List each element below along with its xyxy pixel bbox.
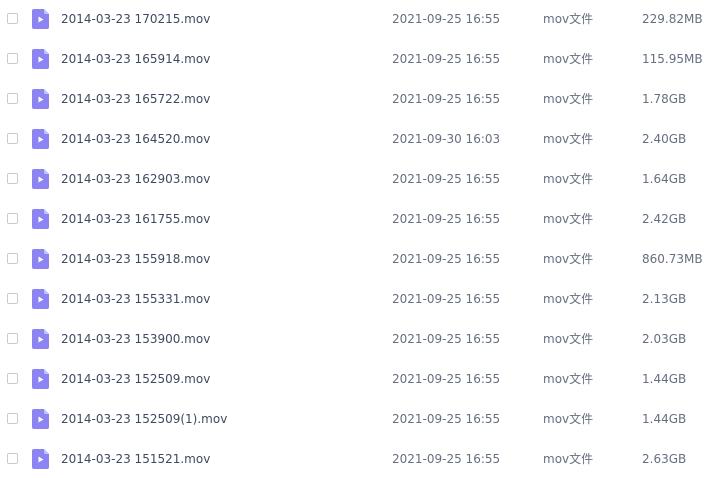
- file-type: mov文件: [543, 12, 594, 26]
- file-name[interactable]: 2014-03-23 151521.mov: [61, 451, 210, 467]
- file-size: 229.82MB: [642, 12, 703, 26]
- video-file-icon: [32, 169, 49, 189]
- video-file-icon: [32, 249, 49, 269]
- file-type: mov文件: [543, 92, 594, 106]
- file-row[interactable]: 2014-03-23 151521.mov 2021-09-25 16:55 m…: [0, 440, 717, 478]
- file-size: 115.95MB: [642, 52, 703, 66]
- file-modified-date: 2021-09-25 16:55: [392, 332, 501, 346]
- file-modified-date: 2021-09-30 16:03: [392, 132, 501, 146]
- file-size: 1.64GB: [642, 172, 687, 186]
- file-type: mov文件: [543, 52, 594, 66]
- file-name[interactable]: 2014-03-23 165914.mov: [61, 51, 210, 67]
- file-name[interactable]: 2014-03-23 155918.mov: [61, 251, 210, 267]
- file-type: mov文件: [543, 332, 594, 346]
- video-file-icon: [32, 209, 49, 229]
- file-row[interactable]: 2014-03-23 155918.mov 2021-09-25 16:55 m…: [0, 240, 717, 280]
- file-row[interactable]: 2014-03-23 152509(1).mov 2021-09-25 16:5…: [0, 400, 717, 440]
- row-checkbox[interactable]: [7, 333, 18, 344]
- video-file-icon: [32, 449, 49, 469]
- file-type: mov文件: [543, 172, 594, 186]
- file-list: 2014-03-23 170215.mov 2021-09-25 16:55 m…: [0, 0, 717, 478]
- file-name[interactable]: 2014-03-23 155331.mov: [61, 291, 210, 307]
- file-size: 2.03GB: [642, 332, 687, 346]
- file-row[interactable]: 2014-03-23 164520.mov 2021-09-30 16:03 m…: [0, 120, 717, 160]
- file-name[interactable]: 2014-03-23 162903.mov: [61, 171, 210, 187]
- file-type: mov文件: [543, 132, 594, 146]
- row-checkbox[interactable]: [7, 293, 18, 304]
- video-file-icon: [32, 369, 49, 389]
- video-file-icon: [32, 89, 49, 109]
- file-row[interactable]: 2014-03-23 162903.mov 2021-09-25 16:55 m…: [0, 160, 717, 200]
- file-type: mov文件: [543, 372, 594, 386]
- file-row[interactable]: 2014-03-23 165722.mov 2021-09-25 16:55 m…: [0, 80, 717, 120]
- file-size: 860.73MB: [642, 252, 703, 266]
- file-type: mov文件: [543, 412, 594, 426]
- file-row[interactable]: 2014-03-23 170215.mov 2021-09-25 16:55 m…: [0, 0, 717, 40]
- file-name[interactable]: 2014-03-23 153900.mov: [61, 331, 210, 347]
- row-checkbox[interactable]: [7, 173, 18, 184]
- row-checkbox[interactable]: [7, 453, 18, 464]
- file-name[interactable]: 2014-03-23 152509(1).mov: [61, 411, 227, 427]
- file-row[interactable]: 2014-03-23 153900.mov 2021-09-25 16:55 m…: [0, 320, 717, 360]
- row-checkbox[interactable]: [7, 53, 18, 64]
- video-file-icon: [32, 289, 49, 309]
- file-modified-date: 2021-09-25 16:55: [392, 252, 501, 266]
- file-row[interactable]: 2014-03-23 165914.mov 2021-09-25 16:55 m…: [0, 40, 717, 80]
- file-modified-date: 2021-09-25 16:55: [392, 212, 501, 226]
- file-row[interactable]: 2014-03-23 161755.mov 2021-09-25 16:55 m…: [0, 200, 717, 240]
- row-checkbox[interactable]: [7, 133, 18, 144]
- file-name[interactable]: 2014-03-23 152509.mov: [61, 371, 210, 387]
- file-size: 2.42GB: [642, 212, 687, 226]
- file-modified-date: 2021-09-25 16:55: [392, 292, 501, 306]
- file-name[interactable]: 2014-03-23 170215.mov: [61, 11, 210, 27]
- row-checkbox[interactable]: [7, 93, 18, 104]
- file-size: 1.44GB: [642, 372, 687, 386]
- row-checkbox[interactable]: [7, 253, 18, 264]
- video-file-icon: [32, 9, 49, 29]
- row-checkbox[interactable]: [7, 373, 18, 384]
- file-name[interactable]: 2014-03-23 161755.mov: [61, 211, 210, 227]
- video-file-icon: [32, 329, 49, 349]
- file-modified-date: 2021-09-25 16:55: [392, 172, 501, 186]
- file-size: 1.44GB: [642, 412, 687, 426]
- file-modified-date: 2021-09-25 16:55: [392, 452, 501, 466]
- file-name[interactable]: 2014-03-23 165722.mov: [61, 91, 210, 107]
- file-modified-date: 2021-09-25 16:55: [392, 92, 501, 106]
- file-modified-date: 2021-09-25 16:55: [392, 52, 501, 66]
- file-type: mov文件: [543, 292, 594, 306]
- file-modified-date: 2021-09-25 16:55: [392, 12, 501, 26]
- video-file-icon: [32, 409, 49, 429]
- file-name[interactable]: 2014-03-23 164520.mov: [61, 131, 210, 147]
- file-modified-date: 2021-09-25 16:55: [392, 372, 501, 386]
- row-checkbox[interactable]: [7, 413, 18, 424]
- file-row[interactable]: 2014-03-23 152509.mov 2021-09-25 16:55 m…: [0, 360, 717, 400]
- file-size: 2.40GB: [642, 132, 687, 146]
- file-size: 1.78GB: [642, 92, 687, 106]
- file-type: mov文件: [543, 252, 594, 266]
- file-type: mov文件: [543, 212, 594, 226]
- file-size: 2.13GB: [642, 292, 687, 306]
- file-type: mov文件: [543, 452, 594, 466]
- file-row[interactable]: 2014-03-23 155331.mov 2021-09-25 16:55 m…: [0, 280, 717, 320]
- row-checkbox[interactable]: [7, 213, 18, 224]
- video-file-icon: [32, 49, 49, 69]
- file-size: 2.63GB: [642, 452, 687, 466]
- file-modified-date: 2021-09-25 16:55: [392, 412, 501, 426]
- row-checkbox[interactable]: [7, 13, 18, 24]
- video-file-icon: [32, 129, 49, 149]
